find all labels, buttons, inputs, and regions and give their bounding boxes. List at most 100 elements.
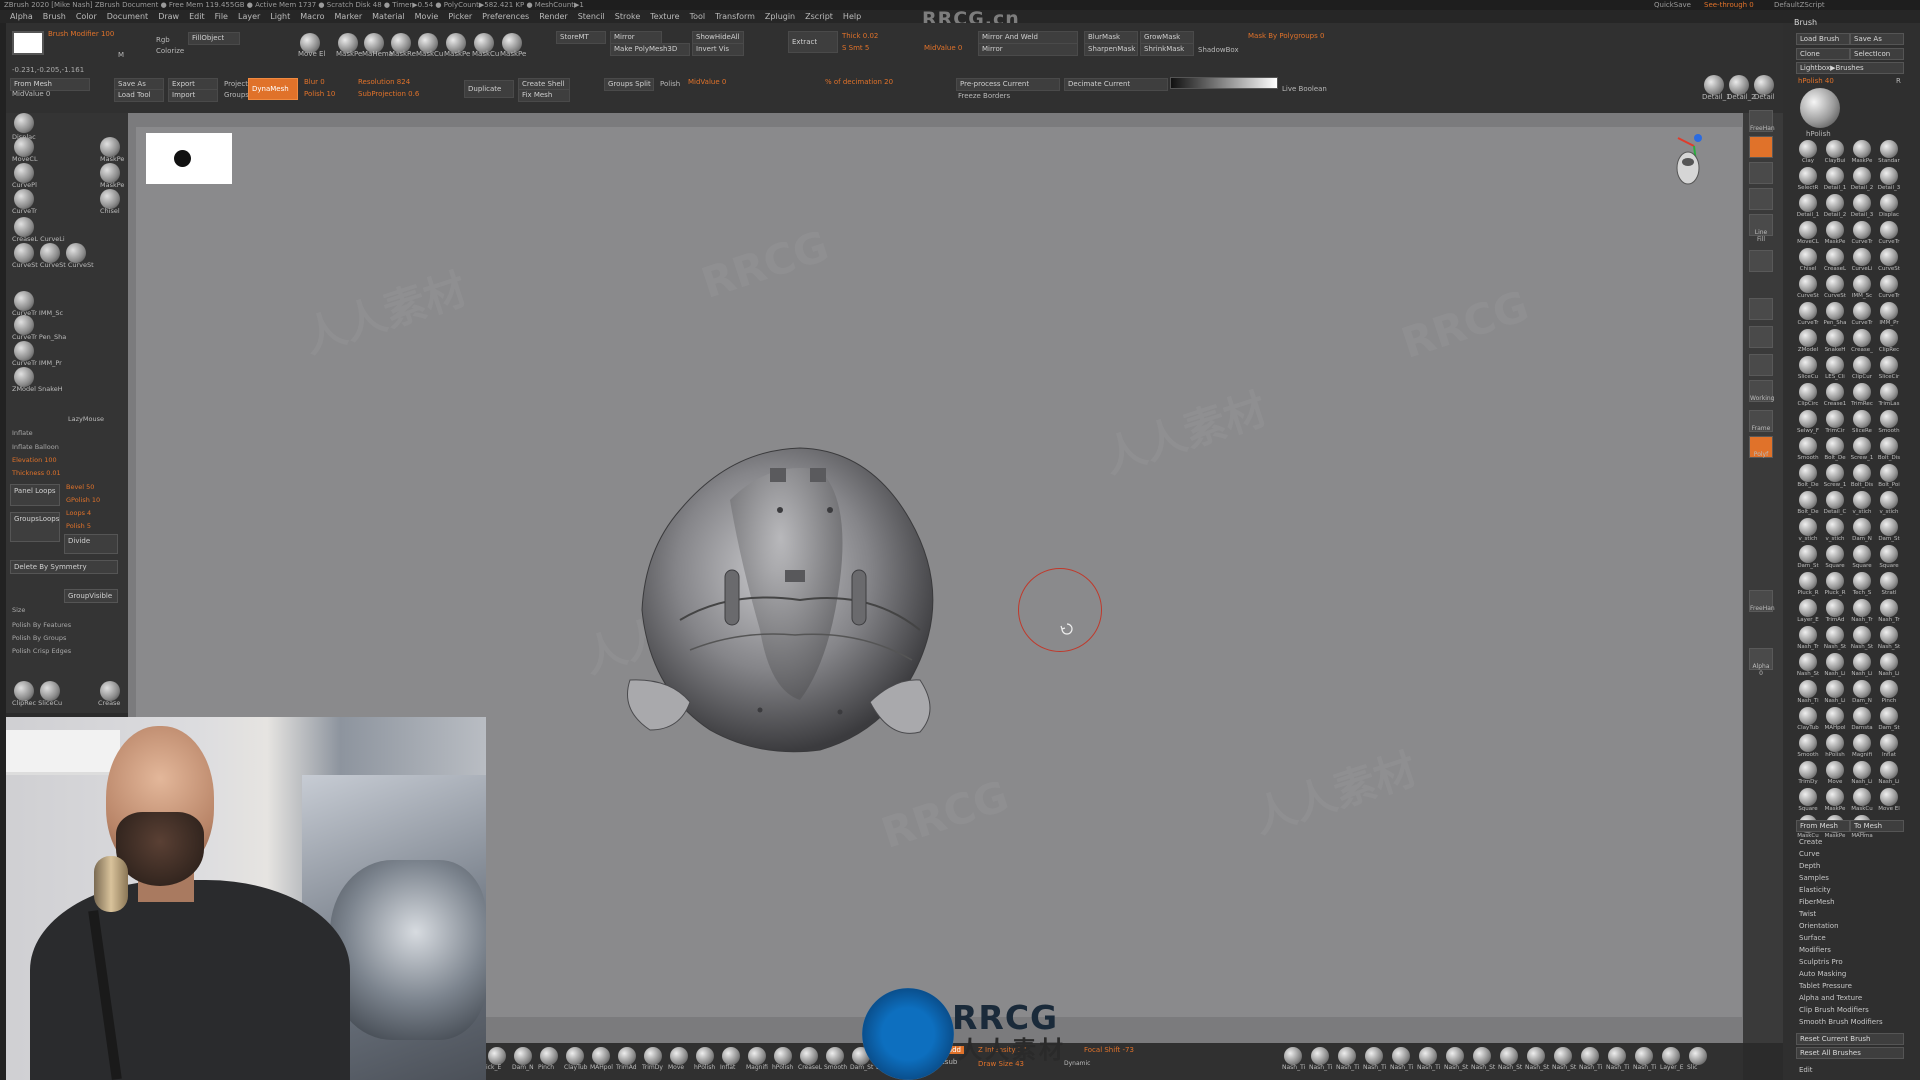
menu-draw[interactable]: Draw — [158, 12, 179, 21]
decimate-current-button[interactable]: Decimate Current — [1064, 78, 1168, 91]
brush-grid-item[interactable]: Nash_St — [1823, 626, 1847, 650]
brush-grid-item[interactable]: Nash_St — [1850, 626, 1874, 650]
storemt-button[interactable]: StoreMT — [556, 31, 606, 44]
cliprect-icon[interactable] — [14, 681, 34, 701]
menu-document[interactable]: Document — [107, 12, 148, 21]
brush-grid-item[interactable]: Detail_2 — [1823, 194, 1847, 218]
brush-grid-item[interactable]: Square — [1850, 545, 1874, 569]
brush-grid-item[interactable]: v_stich — [1877, 491, 1901, 515]
live-boolean-toggle[interactable]: Live Boolean — [1282, 85, 1327, 93]
bottom-brush-icon[interactable] — [696, 1047, 714, 1065]
brush-grid-item[interactable]: hPolish — [1823, 734, 1847, 758]
midvalue-slider-3[interactable]: MidValue 0 — [924, 44, 962, 52]
brush-grid-item[interactable]: Nash_Li — [1877, 761, 1901, 785]
load-tool-button[interactable]: Load Tool — [114, 89, 164, 102]
elevation-slider[interactable]: Elevation 100 — [12, 456, 57, 464]
curvetr-immpr-icon[interactable] — [14, 341, 34, 361]
curvetr-brush-icon[interactable] — [14, 189, 34, 209]
brush-grid-item[interactable]: CurveTr — [1796, 302, 1820, 326]
menu-render[interactable]: Render — [539, 12, 567, 21]
bottom-brush-icon[interactable] — [1284, 1047, 1302, 1065]
curvetr-pen-icon[interactable] — [14, 315, 34, 335]
menu-help[interactable]: Help — [843, 12, 861, 21]
brush-grid-item[interactable]: Dam_St — [1877, 707, 1901, 731]
brush-section-twist[interactable]: Twist — [1799, 910, 1816, 918]
helmet-3d-model[interactable] — [620, 440, 960, 760]
brush-grid-item[interactable]: Nash_Tr — [1877, 599, 1901, 623]
select-icon-button[interactable]: SelectIcon — [1850, 48, 1904, 60]
brush-grid-item[interactable]: Bolt_Poi — [1877, 464, 1901, 488]
brush-section-elasticity[interactable]: Elasticity — [1799, 886, 1831, 894]
brush-grid-item[interactable]: ClayBui — [1823, 140, 1847, 164]
brush-grid-item[interactable]: CurveLi — [1850, 248, 1874, 272]
detail-brush-icon-1[interactable] — [1704, 75, 1724, 95]
edit-section[interactable]: Edit — [1799, 1066, 1813, 1074]
brush-grid-item[interactable]: IMM_Sc — [1850, 275, 1874, 299]
brush-grid-item[interactable]: CreaseL — [1823, 248, 1847, 272]
inflate-slider[interactable]: Inflate — [12, 429, 33, 437]
invert-visibility-button[interactable]: Invert Vis — [692, 43, 744, 56]
menu-texture[interactable]: Texture — [650, 12, 679, 21]
menu-material[interactable]: Material — [372, 12, 405, 21]
brush-grid-item[interactable]: v_stich — [1850, 491, 1874, 515]
fix-mesh-button[interactable]: Fix Mesh — [518, 89, 570, 102]
rs-button-5[interactable] — [1749, 250, 1773, 272]
brush-grid-item[interactable]: Magnifi — [1850, 734, 1874, 758]
brush-grid-item[interactable]: CurveSt — [1796, 275, 1820, 299]
menu-color[interactable]: Color — [76, 12, 97, 21]
maskpen-brush-icon-2[interactable] — [100, 163, 120, 183]
brush-grid-item[interactable]: Pluck_R — [1796, 572, 1820, 596]
bottom-brush-icon[interactable] — [826, 1047, 844, 1065]
group-visible-button[interactable]: GroupVisible — [64, 589, 118, 603]
brush-section-orientation[interactable]: Orientation — [1799, 922, 1839, 930]
brush-section-smooth-modifiers[interactable]: Smooth Brush Modifiers — [1799, 1018, 1883, 1026]
thickness-slider[interactable]: Thickness 0.01 — [12, 469, 61, 477]
brush-grid-item[interactable]: LES_Cli — [1823, 356, 1847, 380]
menu-picker[interactable]: Picker — [448, 12, 472, 21]
brush-grid-item[interactable]: CurveSt — [1877, 248, 1901, 272]
bevel-slider[interactable]: Bevel 50 — [66, 483, 94, 491]
brush-section-clip-modifiers[interactable]: Clip Brush Modifiers — [1799, 1006, 1869, 1014]
brush-grid-item[interactable]: TrimDy — [1796, 761, 1820, 785]
brush-grid-item[interactable]: CurveTr — [1850, 302, 1874, 326]
polyf-button[interactable]: Polyf — [1749, 436, 1773, 458]
brush-section-create[interactable]: Create — [1799, 838, 1822, 846]
menu-alpha[interactable]: Alpha — [10, 12, 33, 21]
brush-grid-item[interactable]: Crease_ — [1850, 329, 1874, 353]
zmodel-icon[interactable] — [14, 367, 34, 387]
menu-layer[interactable]: Layer — [238, 12, 260, 21]
brush-grid-item[interactable]: Smooth — [1796, 437, 1820, 461]
brush-grid-item[interactable]: MaskPe — [1850, 140, 1874, 164]
blur-slider[interactable]: Blur 0 — [304, 78, 325, 86]
bottom-brush-icon[interactable] — [1419, 1047, 1437, 1065]
bottom-brush-icon[interactable] — [1554, 1047, 1572, 1065]
dynamic-toggle[interactable]: Dynamic — [1064, 1060, 1090, 1067]
brush-grid-item[interactable]: IMM_Pr — [1877, 302, 1901, 326]
mirror-button-2[interactable]: Mirror — [978, 43, 1078, 56]
crease-icon[interactable] — [100, 681, 120, 701]
bottom-brush-icon[interactable] — [488, 1047, 506, 1065]
brush-section-sculptris-pro[interactable]: Sculptris Pro — [1799, 958, 1843, 966]
brush-section-curve[interactable]: Curve — [1799, 850, 1820, 858]
brush-grid-item[interactable]: Crease1 — [1823, 383, 1847, 407]
fill-object-button[interactable]: FillObject — [188, 32, 240, 45]
creasel-brush-icon[interactable] — [14, 217, 34, 237]
brush-grid-item[interactable]: Tech_S — [1850, 572, 1874, 596]
freehand-stroke-button-2[interactable]: FreeHan — [1749, 590, 1775, 612]
brush-grid-item[interactable]: MoveCL — [1796, 221, 1820, 245]
brush-grid-item[interactable]: Displac — [1877, 194, 1901, 218]
from-mesh-brush-button[interactable]: From Mesh — [1796, 820, 1850, 832]
brush-grid-item[interactable]: Square — [1796, 788, 1820, 812]
brush-section-surface[interactable]: Surface — [1799, 934, 1826, 942]
load-brush-button[interactable]: Load Brush — [1796, 33, 1850, 45]
alpha-button[interactable]: Alpha 0 — [1749, 648, 1773, 677]
extract-button[interactable]: Extract — [788, 31, 838, 53]
bottom-brush-icon[interactable] — [1608, 1047, 1626, 1065]
to-mesh-brush-button[interactable]: To Mesh — [1850, 820, 1904, 832]
bottom-brush-icon[interactable] — [1635, 1047, 1653, 1065]
brush-grid-item[interactable]: Smooth — [1796, 734, 1820, 758]
dynamesh-button[interactable]: DynaMesh — [248, 78, 298, 100]
brush-grid-item[interactable]: Layer_E — [1796, 599, 1820, 623]
brush-grid-item[interactable]: Standar — [1877, 140, 1901, 164]
brush-grid-item[interactable]: MAHpol — [1823, 707, 1847, 731]
